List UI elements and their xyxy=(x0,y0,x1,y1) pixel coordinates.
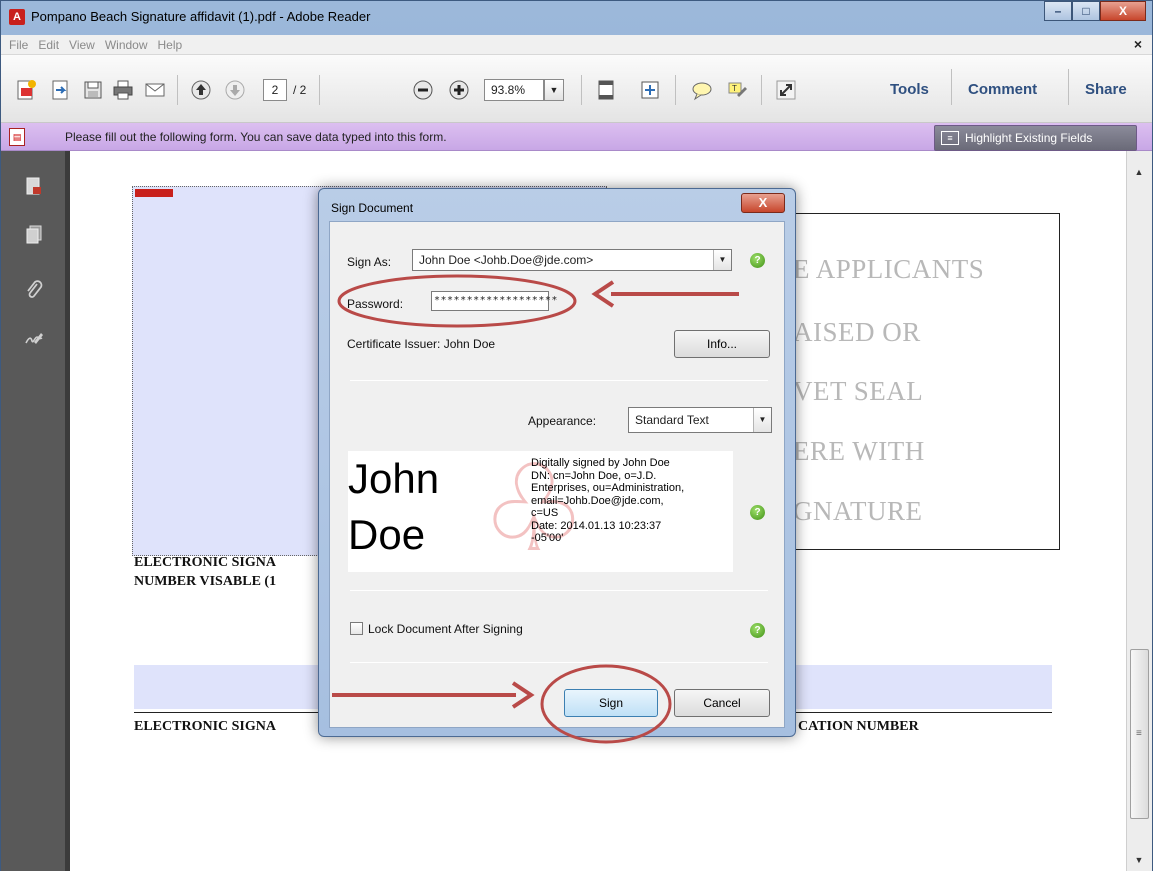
password-highlight-circle xyxy=(337,274,577,328)
sign-highlight-circle xyxy=(540,664,672,744)
tutorial-annotations xyxy=(332,274,739,744)
app-window: A Pompano Beach Signature affidavit (1).… xyxy=(0,0,1153,871)
password-arrow-head xyxy=(591,280,615,308)
